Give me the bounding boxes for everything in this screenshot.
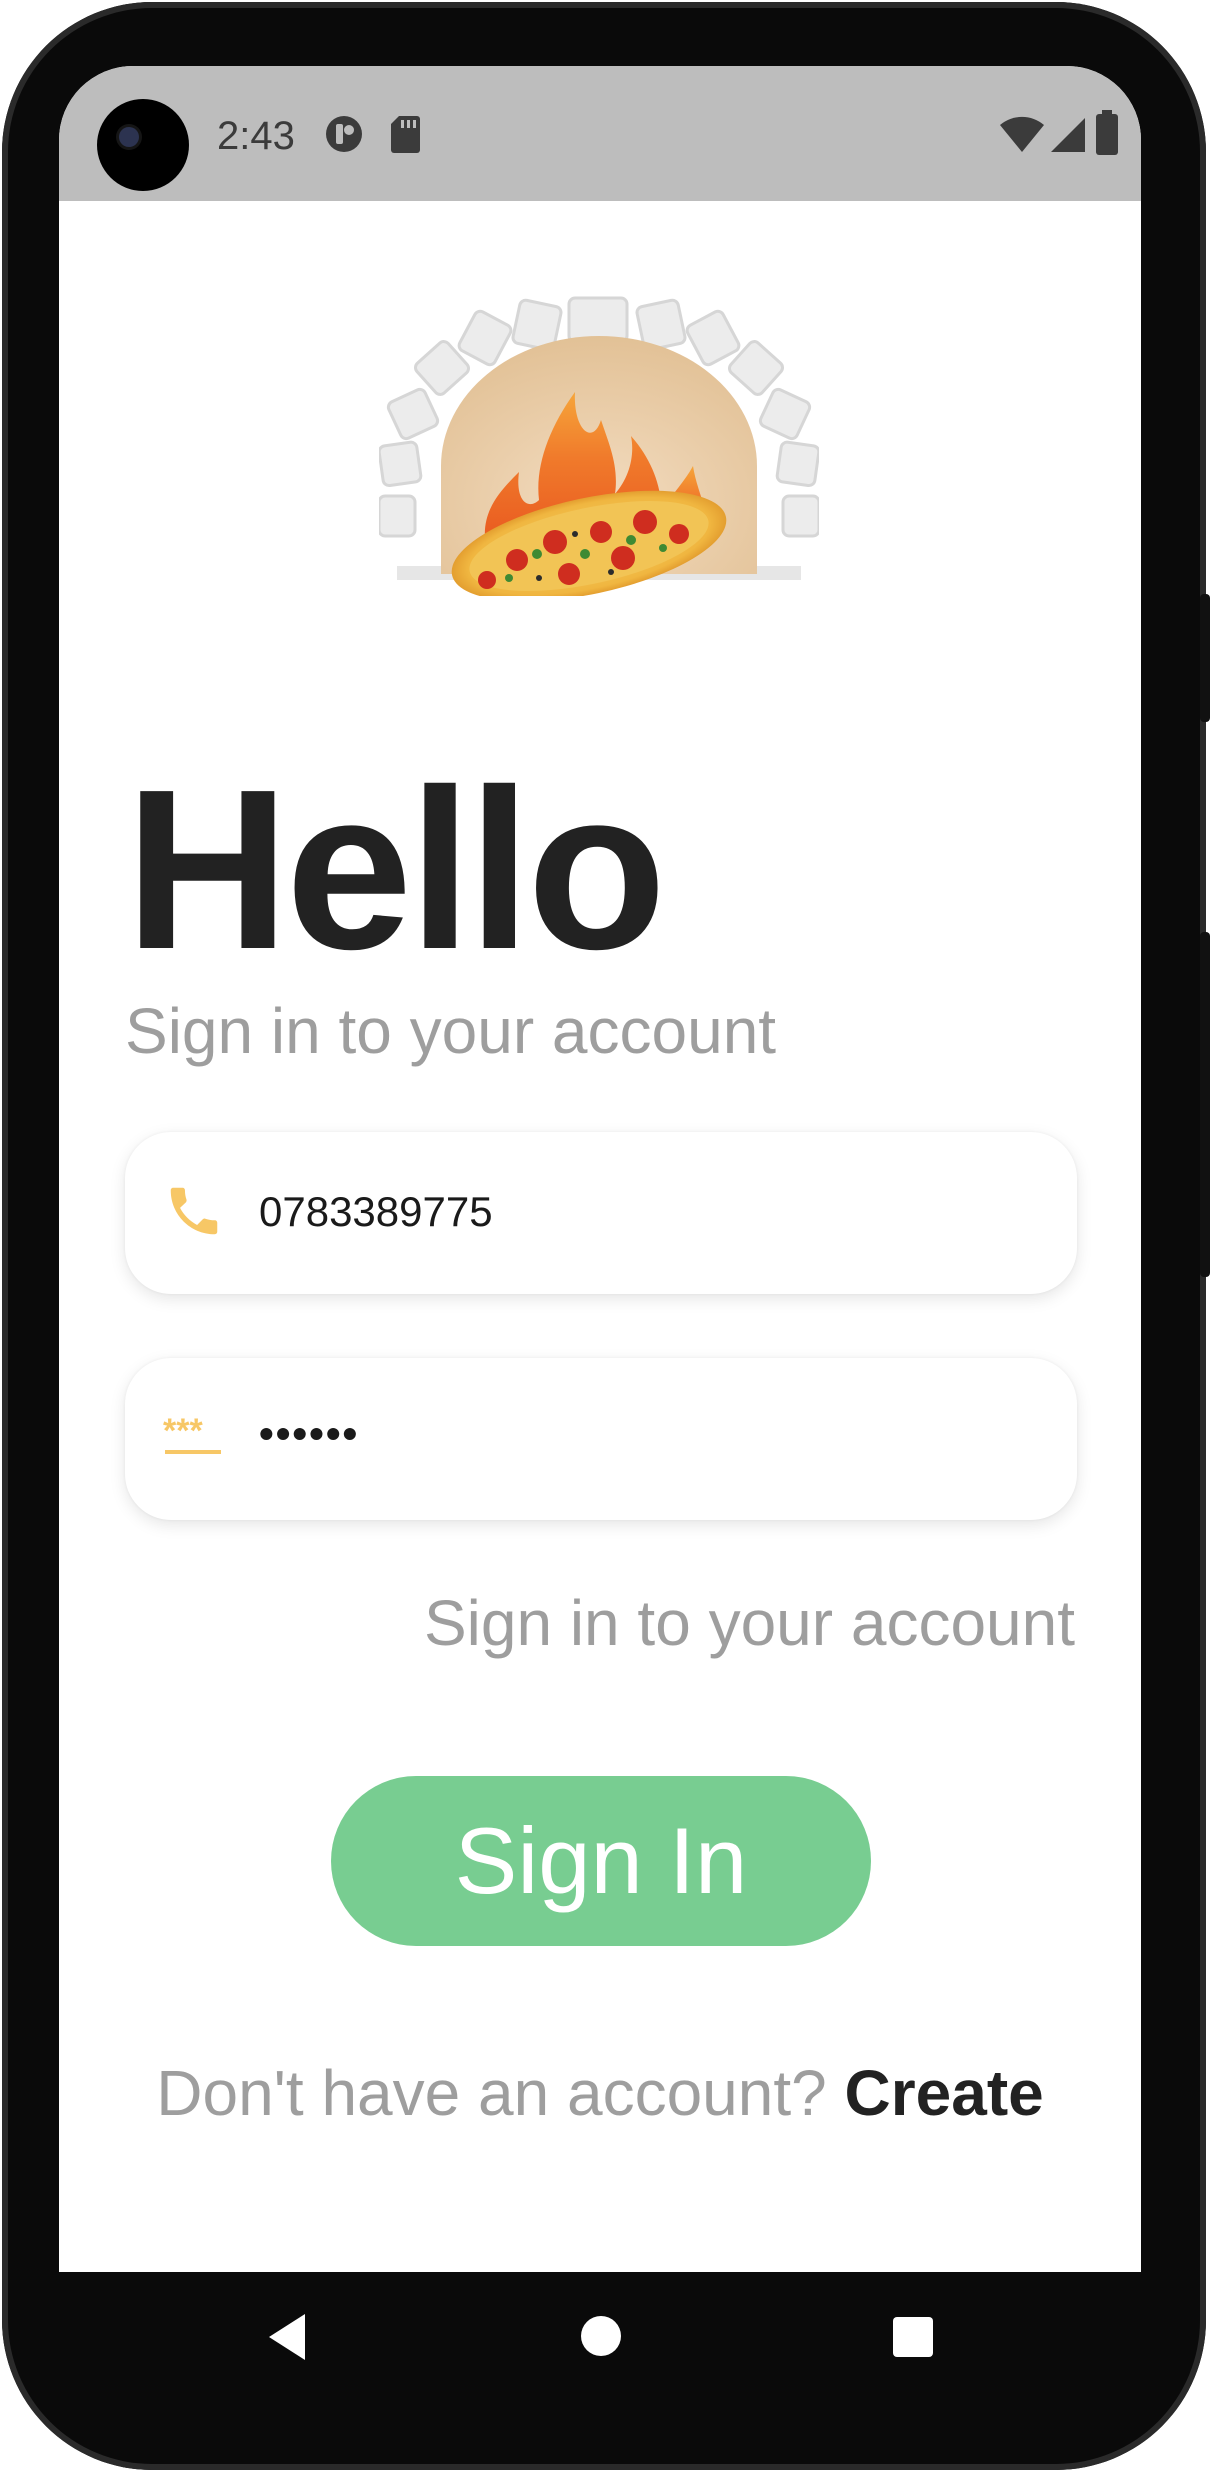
battery-icon [1096,110,1118,155]
svg-text:***: *** [163,1412,203,1450]
notification-app-icon [326,116,362,152]
pizza-oven-logo-icon [379,296,819,596]
helper-link[interactable]: Sign in to your account [424,1586,1075,1660]
phone-field[interactable]: 0783389775 [125,1132,1077,1294]
volume-button [1200,932,1210,1277]
recents-icon[interactable] [892,2316,934,2358]
password-icon: *** [163,1412,221,1454]
status-time: 2:43 [217,114,295,158]
footer-prompt: Don't have an account? Create [59,2056,1141,2130]
greeting-subtitle: Sign in to your account [125,995,777,1067]
create-account-link[interactable]: Create [845,2057,1044,2129]
back-icon[interactable] [267,2312,307,2362]
power-button [1200,594,1210,722]
phone-input-value[interactable]: 0783389775 [259,1188,493,1236]
signal-icon [1051,118,1085,152]
navigation-bar [59,2272,1141,2402]
home-icon[interactable] [580,2315,622,2357]
app-screen: 2:43 Hello Sign in to your account 07833… [59,66,1141,2272]
phone-icon [170,1187,218,1235]
wifi-icon [1000,116,1044,152]
front-camera [97,99,189,191]
sd-card-icon [391,116,420,153]
footer-prompt-text: Don't have an account? [156,2057,845,2129]
sign-in-button[interactable]: Sign In [331,1776,871,1946]
greeting-title: Hello [125,743,666,997]
password-field[interactable]: *** •••••• [125,1358,1077,1520]
password-input-value[interactable]: •••••• [259,1410,359,1458]
status-bar: 2:43 [59,66,1141,201]
